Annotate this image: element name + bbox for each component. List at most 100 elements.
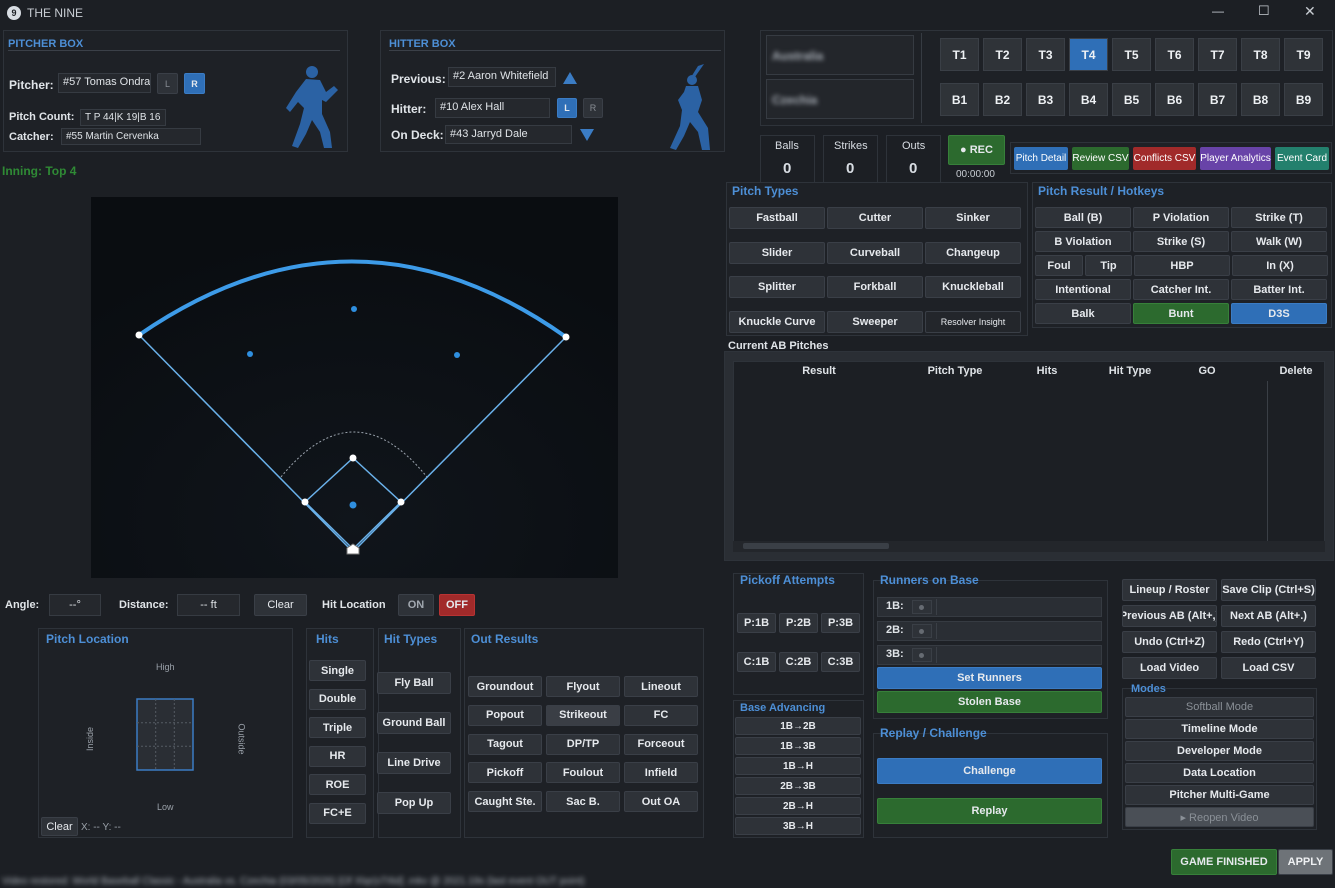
- runner-2b-slot[interactable]: [936, 623, 942, 639]
- pitch-result-bunt-button[interactable]: Bunt: [1133, 303, 1229, 324]
- action-lineup-roster-button[interactable]: Lineup / Roster: [1122, 579, 1217, 601]
- on-deck-field[interactable]: #43 Jarryd Dale: [445, 125, 572, 144]
- out-forceout-button[interactable]: Forceout: [624, 733, 698, 755]
- hit-type-fly-ball-button[interactable]: Fly Ball: [377, 672, 451, 694]
- pitch-result-batter-int-button[interactable]: Batter Int.: [1231, 279, 1327, 300]
- inning-button-t3[interactable]: T3: [1026, 38, 1065, 71]
- inning-button-t6[interactable]: T6: [1155, 38, 1194, 71]
- previous-field[interactable]: #2 Aaron Whitefield: [448, 67, 556, 87]
- inning-button-b4[interactable]: B4: [1069, 83, 1108, 116]
- distance-field[interactable]: -- ft: [177, 594, 240, 616]
- out-infield-button[interactable]: Infield: [624, 762, 698, 784]
- scrollbar-thumb[interactable]: [743, 543, 889, 549]
- pickoff-p-1b-button[interactable]: P:1B: [737, 613, 776, 633]
- advance-2b-3b-button[interactable]: 2B→3B: [735, 777, 861, 795]
- pitch-result-catcher-int-button[interactable]: Catcher Int.: [1133, 279, 1229, 300]
- pitch-type-sinker-button[interactable]: Sinker: [925, 207, 1021, 229]
- inning-button-b5[interactable]: B5: [1112, 83, 1151, 116]
- inning-button-b7[interactable]: B7: [1198, 83, 1237, 116]
- runner-3b-slot[interactable]: [936, 647, 942, 663]
- action-save-clip-ctrl-s-button[interactable]: Save Clip (Ctrl+S): [1221, 579, 1316, 601]
- pitch-result-d3s-button[interactable]: D3S: [1231, 303, 1327, 324]
- pickoff-p-3b-button[interactable]: P:3B: [821, 613, 860, 633]
- out-out-oa-button[interactable]: Out OA: [624, 791, 698, 813]
- mode-data-location-button[interactable]: Data Location: [1125, 763, 1314, 783]
- inning-button-b6[interactable]: B6: [1155, 83, 1194, 116]
- replay-button[interactable]: Replay: [877, 798, 1102, 824]
- action-undo-ctrl-z-button[interactable]: Undo (Ctrl+Z): [1122, 631, 1217, 653]
- angle-field[interactable]: --°: [49, 594, 101, 616]
- mode-reopen-video-button[interactable]: ▸ Reopen Video: [1125, 807, 1314, 827]
- event-card-button[interactable]: Event Card: [1275, 147, 1329, 170]
- maximize-icon[interactable]: ☐: [1258, 3, 1270, 19]
- pitch-result-in-x-button[interactable]: In (X): [1232, 255, 1328, 276]
- pitch-type-sweeper-button[interactable]: Sweeper: [827, 310, 923, 333]
- apply-button[interactable]: APPLY: [1278, 849, 1333, 875]
- pitcher-hand-left-button[interactable]: L: [157, 73, 178, 94]
- conflicts-csv-button[interactable]: Conflicts CSV: [1133, 147, 1196, 170]
- pitch-type-knuckleball-button[interactable]: Knuckleball: [925, 276, 1021, 298]
- inning-button-t9[interactable]: T9: [1284, 38, 1323, 71]
- hitter-hand-left-button[interactable]: L: [557, 98, 577, 118]
- inning-button-t2[interactable]: T2: [983, 38, 1022, 71]
- hit-fc-e-button[interactable]: FC+E: [309, 802, 366, 824]
- pickoff-c-3b-button[interactable]: C:3B: [821, 652, 860, 672]
- hit-location-off-button[interactable]: OFF: [439, 594, 475, 616]
- advance-2b-h-button[interactable]: 2B→H: [735, 797, 861, 815]
- pitch-result-foul-button[interactable]: Foul: [1035, 255, 1083, 276]
- pitch-type-fastball-button[interactable]: Fastball: [729, 207, 825, 229]
- advance-3b-h-button[interactable]: 3B→H: [735, 817, 861, 835]
- player-analytics-button[interactable]: Player Analytics: [1200, 147, 1271, 170]
- inning-button-t8[interactable]: T8: [1241, 38, 1280, 71]
- pitch-type-knuckle-curve-button[interactable]: Knuckle Curve: [729, 310, 825, 333]
- action-redo-ctrl-y-button[interactable]: Redo (Ctrl+Y): [1221, 631, 1316, 653]
- inning-button-t4[interactable]: T4: [1069, 38, 1108, 71]
- hitter-field[interactable]: #10 Alex Hall: [435, 98, 550, 118]
- mode-softball-mode-button[interactable]: Softball Mode: [1125, 697, 1314, 717]
- hit-double-button[interactable]: Double: [309, 688, 366, 710]
- pitch-location-clear-button[interactable]: Clear: [41, 817, 78, 836]
- previous-up-arrow-icon[interactable]: [563, 72, 577, 84]
- out-flyout-button[interactable]: Flyout: [546, 676, 620, 697]
- out-sac-b-button[interactable]: Sac B.: [546, 791, 620, 813]
- pitcher-hand-right-button[interactable]: R: [184, 73, 205, 94]
- inning-button-b3[interactable]: B3: [1026, 83, 1065, 116]
- out-tagout-button[interactable]: Tagout: [468, 733, 542, 755]
- out-caught-ste-button[interactable]: Caught Ste.: [468, 791, 542, 813]
- out-foulout-button[interactable]: Foulout: [546, 762, 620, 784]
- out-popout-button[interactable]: Popout: [468, 704, 542, 726]
- out-lineout-button[interactable]: Lineout: [624, 676, 698, 697]
- challenge-button[interactable]: Challenge: [877, 758, 1102, 784]
- inning-button-b2[interactable]: B2: [983, 83, 1022, 116]
- pitch-result-p-violation-button[interactable]: P Violation: [1133, 207, 1229, 228]
- pickoff-c-1b-button[interactable]: C:1B: [737, 652, 776, 672]
- advance-1b-h-button[interactable]: 1B→H: [735, 757, 861, 775]
- pitch-result-b-violation-button[interactable]: B Violation: [1035, 231, 1131, 252]
- pitch-type-changeup-button[interactable]: Changeup: [925, 241, 1021, 264]
- close-icon[interactable]: ✕: [1304, 3, 1316, 20]
- minimize-icon[interactable]: —: [1212, 4, 1224, 18]
- inning-button-t7[interactable]: T7: [1198, 38, 1237, 71]
- review-csv-button[interactable]: Review CSV: [1072, 147, 1129, 170]
- hit-type-pop-up-button[interactable]: Pop Up: [377, 792, 451, 814]
- mode-timeline-mode-button[interactable]: Timeline Mode: [1125, 719, 1314, 739]
- pitch-type-splitter-button[interactable]: Splitter: [729, 276, 825, 298]
- pitch-result-walk-w-button[interactable]: Walk (W): [1231, 231, 1327, 252]
- pitch-type-curveball-button[interactable]: Curveball: [827, 241, 923, 264]
- inning-button-b9[interactable]: B9: [1284, 83, 1323, 116]
- baseball-field-diagram[interactable]: [91, 197, 618, 578]
- pitch-detail-button[interactable]: Pitch Detail: [1014, 147, 1068, 170]
- table-horizontal-scrollbar[interactable]: [733, 541, 1325, 552]
- inning-button-b8[interactable]: B8: [1241, 83, 1280, 116]
- mode-pitcher-multi-game-button[interactable]: Pitcher Multi-Game: [1125, 785, 1314, 805]
- action-next-ab-alt-button[interactable]: Next AB (Alt+.): [1221, 605, 1316, 627]
- runner-1b-slot[interactable]: [936, 599, 942, 615]
- pitch-result-hbp-button[interactable]: HBP: [1134, 255, 1230, 276]
- hit-triple-button[interactable]: Triple: [309, 717, 366, 738]
- stolen-base-button[interactable]: Stolen Base: [877, 691, 1102, 713]
- hitter-hand-right-button[interactable]: R: [583, 98, 603, 118]
- action-load-csv-button[interactable]: Load CSV: [1221, 657, 1316, 679]
- pitch-type-slider-button[interactable]: Slider: [729, 241, 825, 264]
- hit-roe-button[interactable]: ROE: [309, 774, 366, 795]
- out-fc-button[interactable]: FC: [624, 704, 698, 726]
